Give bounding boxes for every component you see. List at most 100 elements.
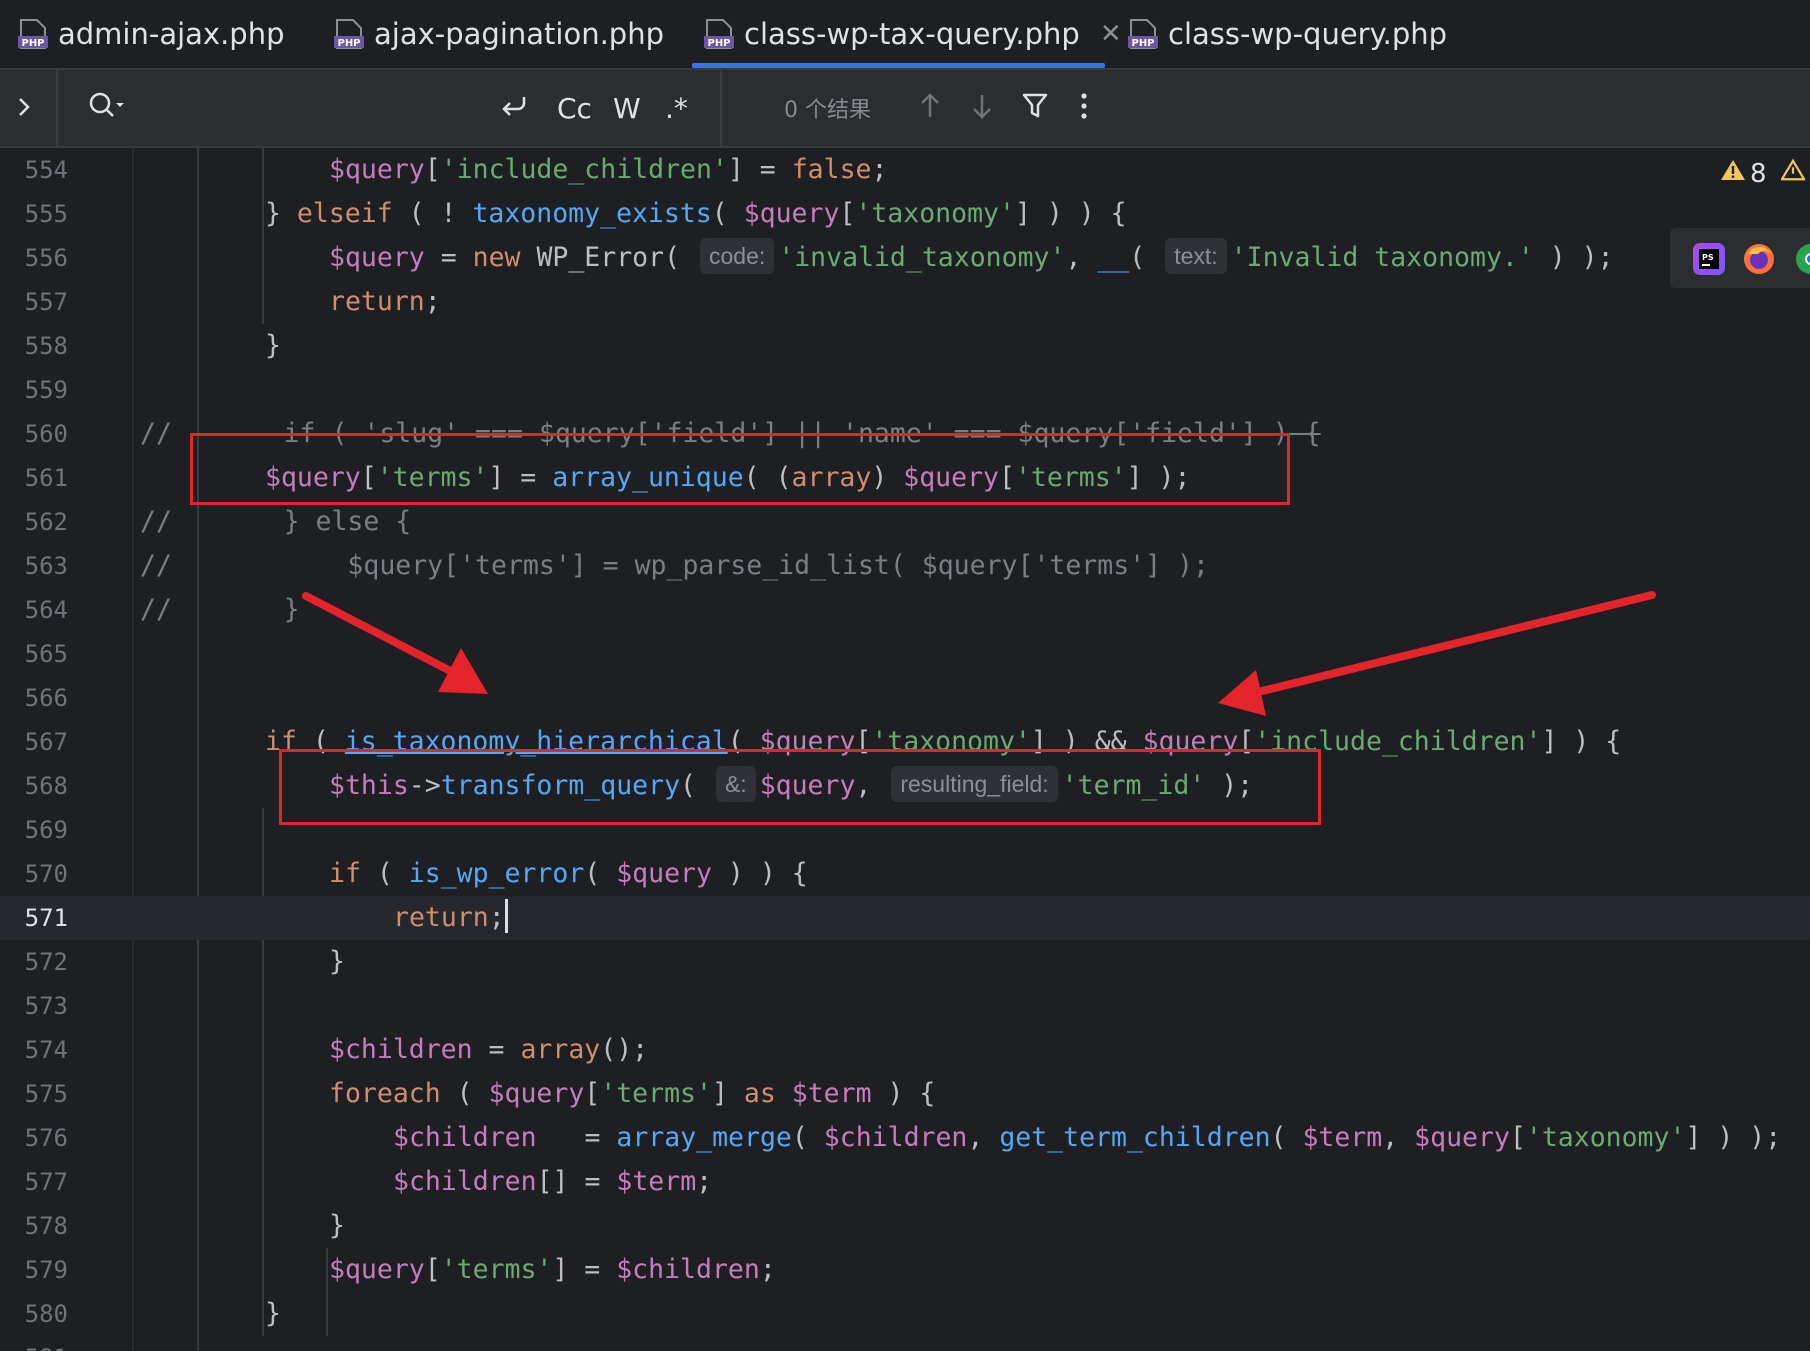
tab-ajax-pagination[interactable]: PHP ajax-pagination.php (334, 0, 664, 68)
line-number: 569 (24, 816, 68, 844)
code-line: 579 $query['terms'] = $children; (0, 1248, 1810, 1292)
warning-icon (1720, 158, 1746, 189)
more-vertical-icon (1080, 91, 1088, 125)
more-options-button[interactable] (1080, 70, 1088, 146)
svg-text:PS: PS (1702, 253, 1714, 262)
line-number: 563 (24, 552, 68, 580)
code-line: 576 $children = array_merge( $children, … (0, 1116, 1810, 1160)
tab-admin-ajax[interactable]: PHP admin-ajax.php (18, 0, 285, 68)
chrome-icon[interactable] (1794, 242, 1810, 280)
line-number: 564 (24, 596, 68, 624)
code-text: $query = new WP_Error( code:'invalid_tax… (329, 236, 1614, 280)
line-number: 554 (24, 156, 68, 184)
php-file-icon: PHP (334, 18, 364, 50)
line-number: 556 (24, 244, 68, 272)
whole-word-button[interactable]: W (613, 70, 641, 146)
chevron-right-icon (16, 91, 32, 126)
svg-text:PHP: PHP (337, 38, 360, 49)
line-number: 581 (0, 1336, 68, 1351)
line-number: 577 (24, 1168, 68, 1196)
regex-button[interactable]: .* (665, 70, 688, 146)
tab-label: ajax-pagination.php (374, 17, 664, 51)
firefox-icon[interactable] (1742, 242, 1776, 280)
previous-occurrence-button[interactable] (918, 70, 942, 146)
code-line: 581 (0, 1336, 1810, 1351)
line-number: 562 (24, 508, 68, 536)
next-occurrence-button[interactable] (970, 70, 994, 146)
line-number: 557 (24, 288, 68, 316)
line-number: 571 (24, 904, 68, 932)
highlight-box-transform-query (279, 749, 1321, 825)
expand-replace-toggle[interactable] (16, 70, 32, 146)
search-results-count: 0 个结果 (784, 98, 871, 123)
line-number: 558 (24, 332, 68, 360)
line-number: 579 (24, 1256, 68, 1284)
tab-label: class-wp-tax-query.php (744, 17, 1080, 51)
code-line: 563 // $query['terms'] = wp_parse_id_lis… (0, 544, 1810, 588)
code-line: 575 foreach ( $query['terms'] as $term )… (0, 1072, 1810, 1116)
code-line: 554 $query['include_children'] = false; (0, 148, 1810, 192)
filter-icon (1022, 92, 1048, 124)
code-text: } elseif ( ! taxonomy_exists( $query['ta… (265, 198, 1127, 229)
line-number: 570 (24, 860, 68, 888)
code-text: $children = array_merge( $children, get_… (393, 1122, 1782, 1153)
code-line: 565 (0, 632, 1810, 676)
line-number: 572 (24, 948, 68, 976)
code-line: 555 } elseif ( ! taxonomy_exists( $query… (0, 192, 1810, 236)
browser-preview-bar: PS (1670, 228, 1810, 288)
line-number: 576 (24, 1124, 68, 1152)
code-line: 574 $children = array(); (0, 1028, 1810, 1072)
warning-count: 8 (1750, 158, 1767, 189)
parameter-hint: text: (1165, 237, 1227, 274)
php-file-icon: PHP (1128, 18, 1158, 50)
code-text: $children[] = $term; (393, 1166, 713, 1197)
code-text: $query['include_children'] = false; (329, 154, 888, 185)
code-line: 570 if ( is_wp_error( $query ) ) { (0, 852, 1810, 896)
phpstorm-icon[interactable]: PS (1692, 242, 1726, 280)
line-number: 573 (24, 992, 68, 1020)
line-number: 580 (24, 1300, 68, 1328)
inspection-widget[interactable]: 8 (1720, 158, 1806, 189)
code-line: 559 (0, 368, 1810, 412)
code-text: return; (393, 896, 508, 940)
line-number: 566 (24, 684, 68, 712)
code-text: return; (329, 286, 441, 317)
code-text: $children = array(); (329, 1034, 649, 1065)
tab-class-wp-tax-query[interactable]: PHP class-wp-tax-query.php ✕ (704, 0, 1122, 68)
tab-label: class-wp-query.php (1168, 17, 1448, 51)
code-text: // } else { (140, 506, 412, 537)
code-line-current: 571 return; (0, 896, 1810, 940)
filter-button[interactable] (1022, 70, 1048, 146)
code-line: 566 (0, 676, 1810, 720)
code-line: 580 } (0, 1292, 1810, 1336)
svg-text:PHP: PHP (21, 38, 44, 49)
code-line: 578 } (0, 1204, 1810, 1248)
parameter-hint: code: (699, 237, 775, 274)
code-line: 562 // } else { (0, 500, 1810, 544)
search-history-button[interactable] (88, 70, 126, 146)
search-input[interactable] (150, 70, 480, 146)
match-case-button[interactable]: Cc (557, 70, 592, 146)
code-line: 558 } (0, 324, 1810, 368)
code-text: } (329, 1210, 345, 1241)
text-caret (504, 898, 508, 933)
weak-warning-icon (1779, 158, 1806, 189)
line-number: 574 (24, 1036, 68, 1064)
code-line: 564 // } (0, 588, 1810, 632)
tab-class-wp-query[interactable]: PHP class-wp-query.php (1128, 0, 1447, 68)
newline-icon (498, 91, 530, 125)
close-tab-icon[interactable]: ✕ (1100, 19, 1122, 49)
code-text: foreach ( $query['terms'] as $term ) { (329, 1078, 936, 1109)
line-number: 561 (24, 464, 68, 492)
match-newline-button[interactable] (498, 70, 530, 146)
code-text: } (329, 946, 345, 977)
php-file-icon: PHP (704, 18, 734, 50)
highlight-box-array-unique (190, 433, 1290, 505)
line-number: 578 (24, 1212, 68, 1240)
code-line: 572 } (0, 940, 1810, 984)
line-number: 565 (24, 640, 68, 668)
divider (56, 70, 58, 146)
code-line: 557 return; (0, 280, 1810, 324)
code-text: // } (140, 594, 300, 625)
code-text: $query['terms'] = $children; (329, 1254, 776, 1285)
